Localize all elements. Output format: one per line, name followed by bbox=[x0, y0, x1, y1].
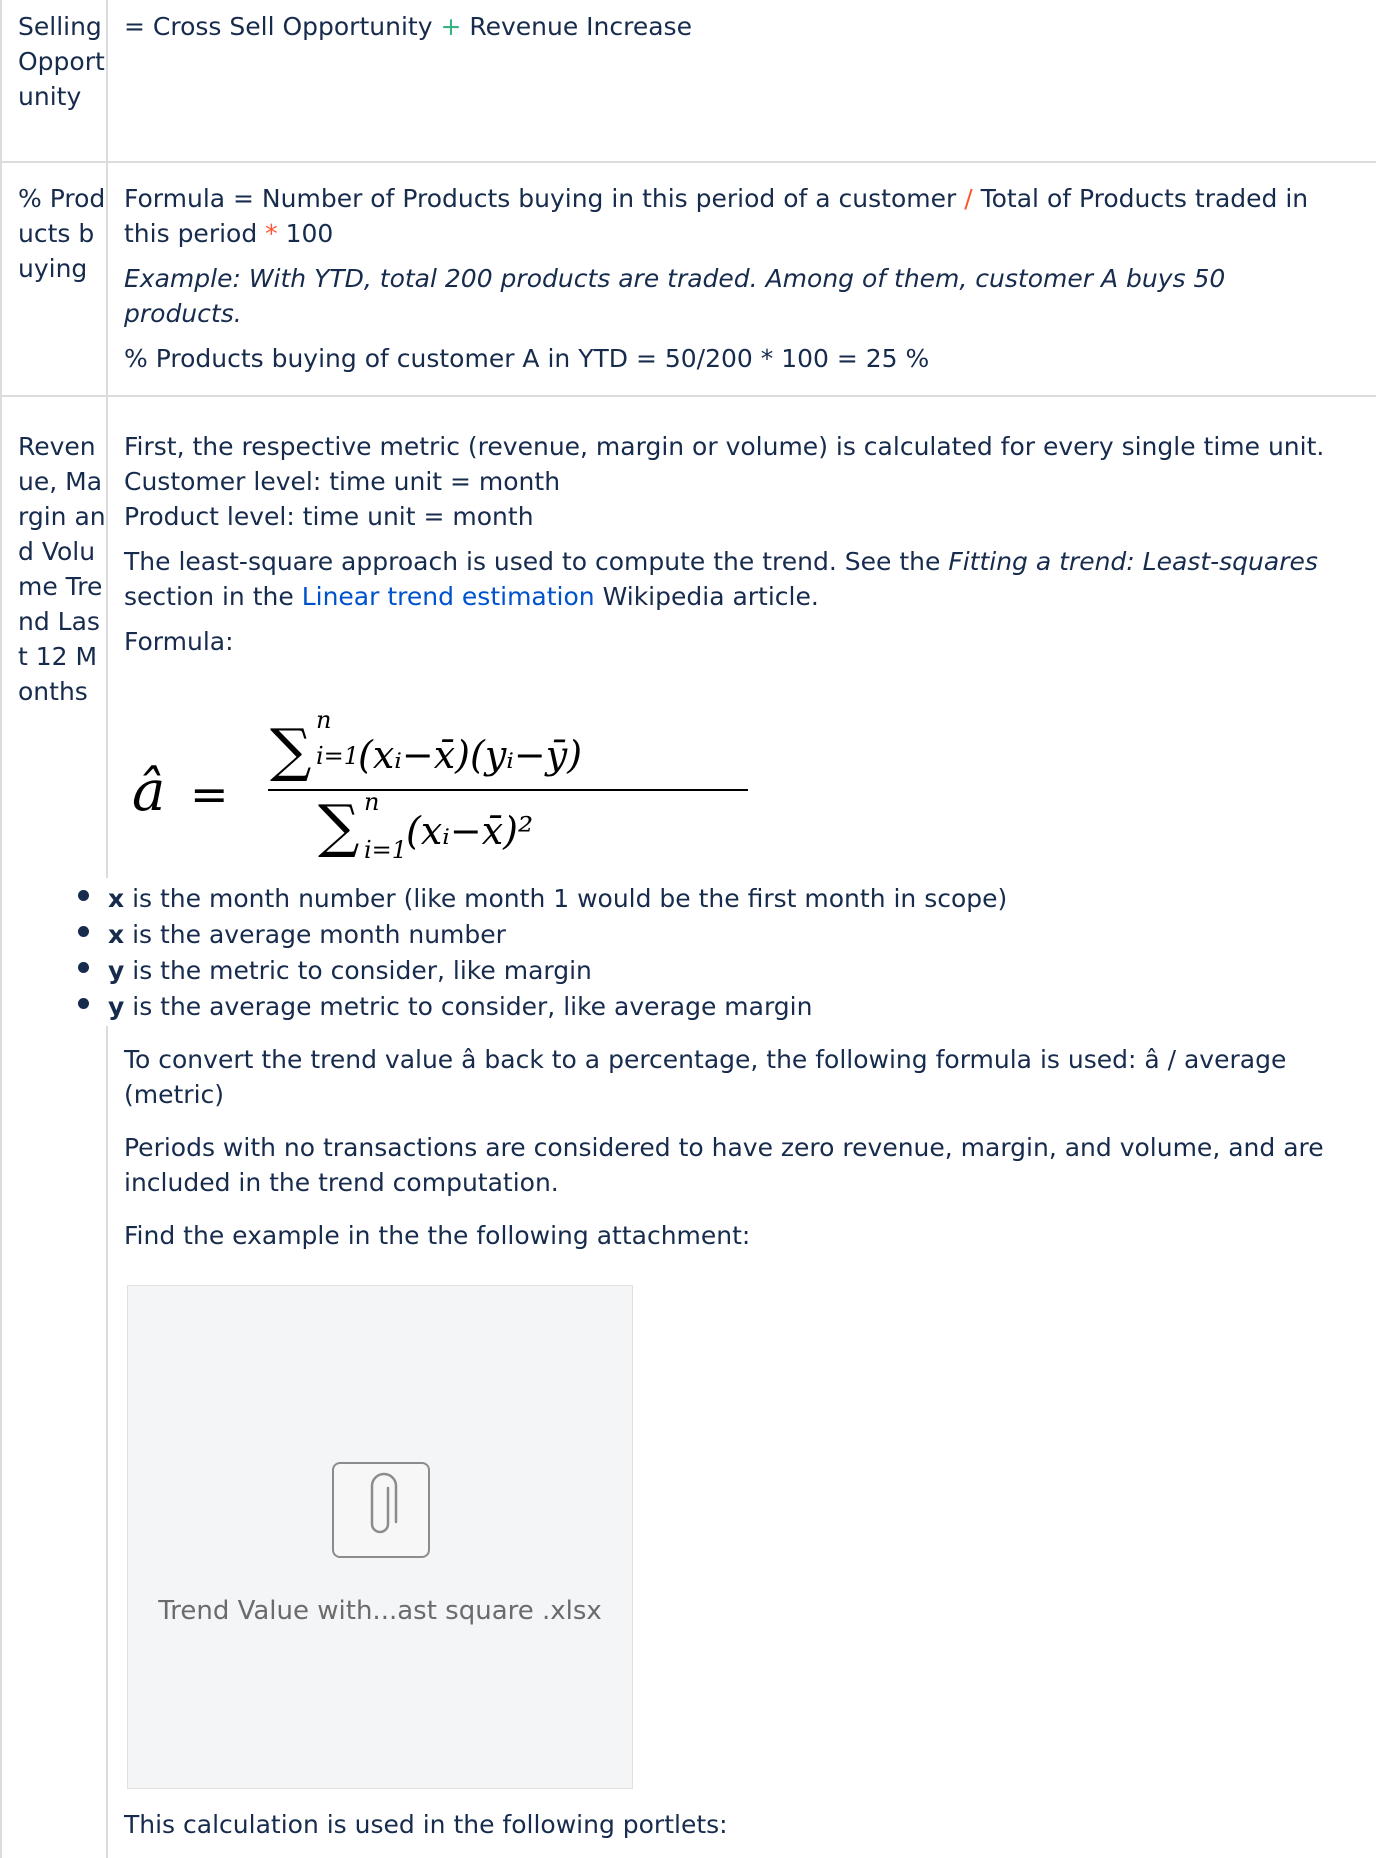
attachment-filename[interactable]: Trend Value with...ast square .xlsx bbox=[128, 1594, 632, 1629]
formula-sum-numerator: ∑ bbox=[270, 716, 311, 784]
trend-approach: The least-square approach is used to com… bbox=[124, 547, 1318, 611]
formula-equals: = bbox=[190, 767, 229, 821]
products-buying-example: Example: With YTD, total 200 products ar… bbox=[124, 264, 1226, 328]
list-item: x is the average month number bbox=[0, 917, 1300, 953]
trend-details: To convert the trend value â back to a p… bbox=[124, 1042, 1349, 1253]
trend-intro: First, the respective metric (revenue, m… bbox=[124, 432, 1325, 531]
formula-denominator: (xᵢ−x̄)² bbox=[406, 809, 533, 853]
trend-zero-periods-note: Periods with no transactions are conside… bbox=[124, 1133, 1324, 1197]
products-buying-formula: Formula = Number of Products buying in t… bbox=[124, 184, 1309, 248]
formula-lower-denominator: i=1 bbox=[364, 836, 407, 864]
formula-upper-denominator: n bbox=[364, 788, 379, 816]
selling-opportunity-formula: = Cross Sell Opportunity + Revenue Incre… bbox=[124, 12, 692, 41]
formula-lower-numerator: i=1 bbox=[316, 742, 359, 770]
formula-label: Formula: bbox=[124, 627, 234, 656]
row-header-products-buying: % Products buying bbox=[18, 184, 106, 283]
paperclip-icon bbox=[332, 1462, 430, 1558]
formula-numerator: (xᵢ−x̄)(yᵢ−ȳ) bbox=[358, 733, 582, 777]
row-header-trend: Revenue, Margin and Volume Trend Last 12… bbox=[18, 432, 106, 706]
list-item: x is the month number (like month 1 woul… bbox=[0, 881, 1300, 917]
trend-formula: â = ∑ n i=1 (xᵢ−x̄)(yᵢ−ȳ) ∑ n i=1 (xᵢ−x̄… bbox=[132, 706, 748, 864]
formula-upper-numerator: n bbox=[316, 706, 331, 734]
divide-operator: / bbox=[964, 184, 973, 213]
row-header-selling-opportunity: Selling Opportunity bbox=[18, 12, 105, 111]
attachment-card[interactable]: Trend Value with...ast square .xlsx bbox=[127, 1285, 633, 1789]
row-separator bbox=[0, 161, 1376, 163]
products-buying-cell: Formula = Number of Products buying in t… bbox=[124, 181, 1349, 376]
column-separator bbox=[106, 1026, 108, 1858]
attachment-intro: Find the example in the the following at… bbox=[124, 1221, 751, 1250]
portlets-intro: This calculation is used in the followin… bbox=[124, 1810, 728, 1839]
products-buying-result: % Products buying of customer A in YTD =… bbox=[124, 344, 930, 373]
formula-sum-denominator: ∑ bbox=[318, 792, 359, 860]
formula-lhs: â bbox=[132, 759, 165, 824]
linear-trend-estimation-link[interactable]: Linear trend estimation bbox=[302, 582, 595, 611]
trend-cell: First, the respective metric (revenue, m… bbox=[124, 429, 1349, 659]
list-item: y is the average metric to consider, lik… bbox=[0, 989, 1300, 1025]
row-separator bbox=[0, 395, 1376, 397]
formula-variables-list: x is the month number (like month 1 woul… bbox=[0, 881, 1300, 1025]
list-item: y is the metric to consider, like margin bbox=[0, 953, 1300, 989]
multiply-operator: * bbox=[265, 219, 278, 248]
plus-operator: + bbox=[440, 12, 462, 41]
trend-percentage-note: To convert the trend value â back to a p… bbox=[124, 1045, 1287, 1109]
